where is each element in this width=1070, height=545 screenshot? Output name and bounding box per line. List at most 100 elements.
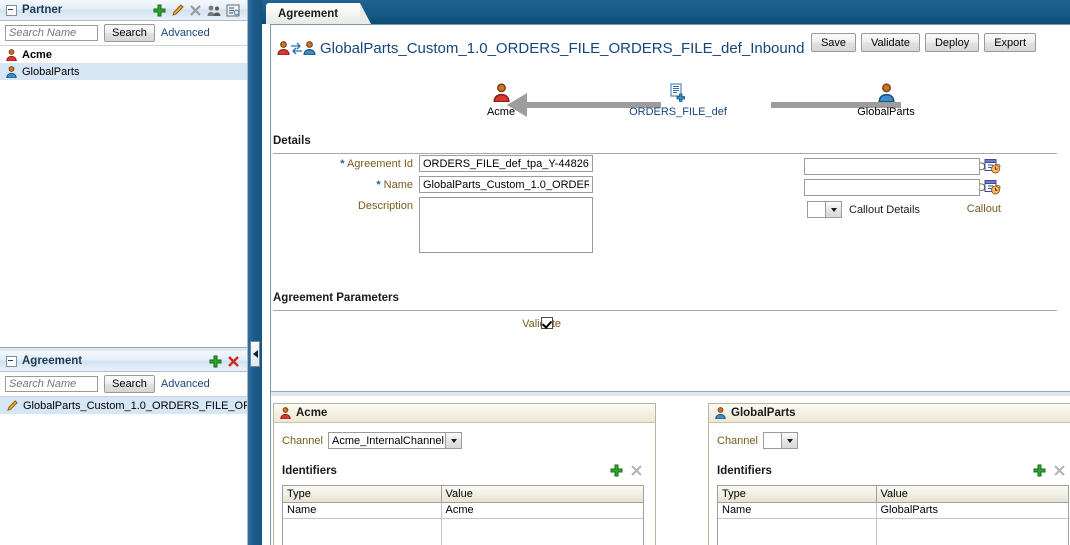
partner-advanced-link[interactable]: Advanced — [161, 27, 210, 39]
properties-icon[interactable] — [226, 4, 240, 17]
partner-blue-icon — [303, 41, 316, 56]
partner-red-icon — [280, 407, 291, 420]
edit-icon[interactable] — [171, 3, 184, 17]
table-row[interactable]: Name Acme — [283, 502, 643, 519]
add-icon[interactable] — [1033, 464, 1046, 477]
grid-header-row: Type Value — [718, 486, 1068, 503]
cell-value: Acme — [441, 502, 643, 519]
grid-column-value[interactable]: Value — [441, 486, 643, 503]
partner-panel-title: Partner — [22, 4, 63, 16]
add-icon[interactable] — [209, 355, 222, 368]
channel-select[interactable]: Acme_InternalChannel — [328, 432, 462, 449]
partner-list-item-label: GlobalParts — [22, 65, 80, 78]
callout-select-value — [808, 202, 825, 217]
identifiers-toolbar — [1033, 464, 1066, 477]
identifiers-toolbar — [610, 464, 643, 477]
required-marker: * — [340, 158, 345, 170]
tab-bar: Agreement — [262, 0, 1070, 24]
tab-agreement[interactable]: Agreement — [266, 3, 372, 24]
delete-icon[interactable] — [1053, 464, 1066, 477]
channel-select-value — [764, 433, 781, 448]
pencil-icon — [6, 399, 18, 412]
delete-icon[interactable] — [630, 464, 643, 477]
partner-list-item-globalparts[interactable]: GlobalParts — [0, 63, 247, 80]
partner-panel: Partner Search Name Search Advanced Acme… — [0, 0, 247, 348]
name-field[interactable] — [419, 176, 593, 193]
chevron-down-icon — [445, 433, 461, 448]
description-label: Description — [357, 200, 413, 212]
identifiers-grid: Type Value Name Acme — [282, 485, 644, 545]
diagram-node-acme[interactable]: Acme — [441, 83, 561, 118]
content-horizontal-splitter[interactable] — [271, 391, 1070, 396]
agreement-panel-title: Agreement — [22, 355, 83, 367]
cell-value: GlobalParts — [876, 502, 1068, 519]
diagram-node-label[interactable]: ORDERS_FILE_def — [618, 106, 738, 118]
table-row-empty — [283, 518, 643, 545]
party-body: Channel Acme_InternalChannel Identifiers — [274, 423, 655, 545]
agreement-panel-toolbar — [209, 355, 243, 368]
grid-column-type[interactable]: Type — [283, 486, 442, 503]
delete-icon[interactable] — [189, 4, 202, 17]
calendar-clock-icon[interactable] — [984, 179, 1000, 195]
channel-label: Channel — [717, 435, 758, 447]
start-date-field[interactable] — [804, 158, 980, 175]
delete-icon[interactable] — [227, 355, 240, 368]
agreement-advanced-link[interactable]: Advanced — [161, 378, 210, 390]
agreement-search-input[interactable] — [5, 376, 98, 392]
save-button[interactable]: Save — [810, 33, 857, 52]
grid-column-value[interactable]: Value — [876, 486, 1068, 503]
party-panel-acme: Acme Channel Acme_InternalChannel Identi… — [273, 403, 656, 545]
diagram-node-document[interactable]: ORDERS_FILE_def — [618, 83, 738, 118]
required-marker: * — [376, 179, 381, 191]
validate-checkbox[interactable] — [541, 317, 553, 329]
sidebar-collapse-handle[interactable] — [250, 341, 260, 367]
channel-select[interactable] — [763, 432, 798, 449]
export-button[interactable]: Export — [984, 33, 1036, 52]
collapse-icon[interactable] — [6, 4, 17, 16]
collapse-icon[interactable] — [6, 355, 17, 367]
grid-column-type[interactable]: Type — [718, 486, 877, 503]
callout-select[interactable] — [807, 201, 842, 218]
chevron-down-icon — [825, 202, 841, 217]
calendar-clock-icon[interactable] — [984, 158, 1000, 174]
partner-search-input[interactable] — [5, 25, 98, 41]
chevron-left-icon — [252, 350, 258, 358]
identifiers-grid: Type Value Name GlobalParts — [717, 485, 1069, 545]
party-header: Acme — [274, 404, 655, 423]
channel-label: Channel — [282, 435, 323, 447]
tab-label: Agreement — [278, 7, 339, 20]
agreement-editor: GlobalParts_Custom_1.0_ORDERS_FILE_ORDER… — [270, 24, 1070, 545]
agreement-id-label: * Agreement Id — [340, 158, 413, 170]
partner-list-item-acme[interactable]: Acme — [0, 46, 247, 63]
partner-red-icon — [492, 83, 510, 103]
name-label: * Name — [376, 179, 413, 191]
users-icon[interactable] — [207, 4, 221, 17]
description-field[interactable] — [419, 197, 593, 253]
page-title: GlobalParts_Custom_1.0_ORDERS_FILE_ORDER… — [320, 39, 805, 57]
chevron-down-icon — [781, 433, 797, 448]
party-name: GlobalParts — [731, 407, 796, 419]
table-row[interactable]: Name GlobalParts — [718, 502, 1068, 519]
validate-button[interactable]: Validate — [861, 33, 920, 52]
add-icon[interactable] — [153, 4, 166, 17]
partner-panel-toolbar — [153, 3, 243, 17]
partner-search-button[interactable]: Search — [104, 24, 155, 42]
diagram-node-globalparts[interactable]: GlobalParts — [826, 83, 946, 118]
exchange-icon — [290, 41, 303, 55]
partner-list-item-label: Acme — [22, 48, 52, 61]
add-icon[interactable] — [610, 464, 623, 477]
end-date-field[interactable] — [804, 179, 980, 196]
callout-details-label: Callout Details — [849, 204, 920, 216]
vertical-splitter[interactable] — [248, 0, 262, 545]
agreement-id-field[interactable] — [419, 155, 593, 172]
channel-select-value: Acme_InternalChannel — [332, 435, 444, 447]
partner-red-icon — [6, 48, 17, 61]
partner-search-row: Search Advanced — [0, 21, 247, 46]
agreement-search-button[interactable]: Search — [104, 375, 155, 393]
grid-header-row: Type Value — [283, 486, 643, 503]
deploy-button[interactable]: Deploy — [924, 33, 980, 52]
partner-red-icon — [277, 41, 290, 56]
agreement-list-item[interactable]: GlobalParts_Custom_1.0_ORDERS_FILE_ORD — [0, 397, 247, 414]
left-sidebar: Partner Search Name Search Advanced Acme… — [0, 0, 248, 545]
agreement-list: GlobalParts_Custom_1.0_ORDERS_FILE_ORD — [0, 397, 247, 414]
